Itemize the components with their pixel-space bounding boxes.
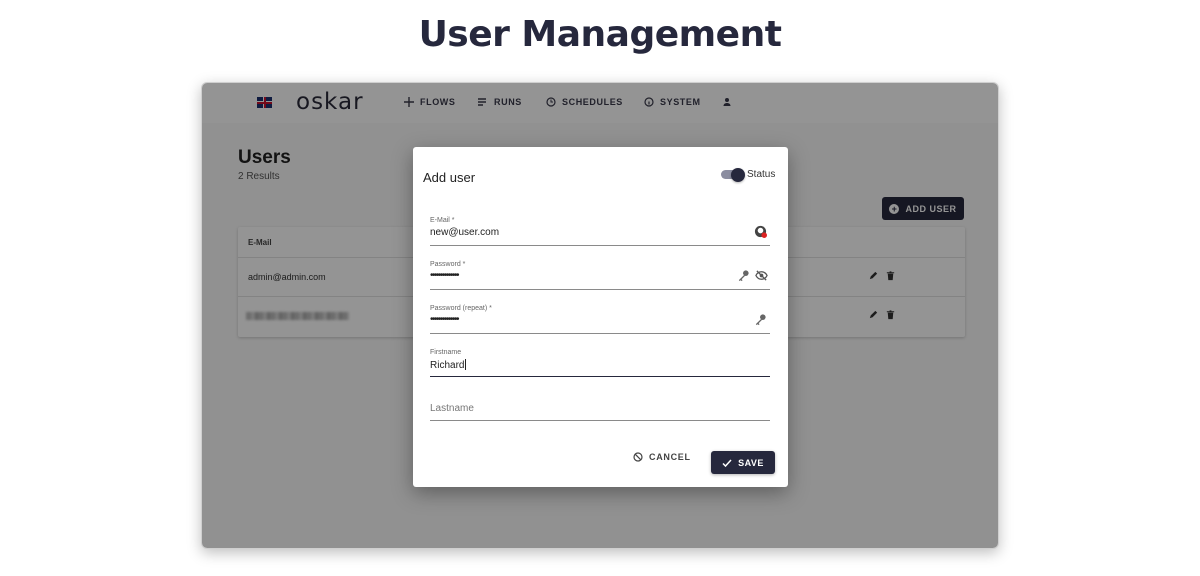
cancel-label: CANCEL — [649, 452, 691, 462]
status-switch[interactable] — [721, 167, 745, 182]
password-manager-icon[interactable] — [754, 225, 767, 238]
cancel-button[interactable]: CANCEL — [633, 452, 691, 462]
text-caret — [465, 359, 467, 370]
page-heading: User Management — [418, 14, 782, 55]
password-label: Password * — [430, 261, 466, 268]
firstname-label: Firstname — [430, 349, 462, 356]
email-field[interactable]: E-Mail * new@user.com — [430, 217, 770, 246]
lastname-field[interactable]: Lastname — [430, 393, 770, 421]
visibility-off-icon[interactable] — [755, 269, 768, 282]
password-repeat-value: •••••••••••••• — [430, 314, 460, 325]
save-label: SAVE — [738, 457, 764, 468]
password-field[interactable]: Password * •••••••••••••• — [430, 261, 770, 290]
check-icon — [722, 458, 732, 467]
add-user-dialog: Add user Status E-Mail * new@user.com Pa… — [413, 147, 788, 487]
status-label: Status — [747, 169, 776, 180]
firstname-text: Richard — [430, 360, 465, 371]
key-icon[interactable] — [737, 269, 750, 282]
save-button[interactable]: SAVE — [711, 451, 775, 474]
dialog-title: Add user — [423, 170, 476, 185]
status-toggle[interactable]: Status — [721, 167, 776, 182]
key-icon[interactable] — [754, 313, 767, 326]
password-value: •••••••••••••• — [430, 270, 460, 281]
firstname-value: Richard — [430, 359, 467, 371]
email-label: E-Mail * — [430, 217, 455, 224]
block-icon — [633, 452, 643, 462]
email-value: new@user.com — [430, 227, 500, 238]
firstname-field[interactable]: Firstname Richard — [430, 349, 770, 377]
password-repeat-label: Password (repeat) * — [430, 305, 492, 312]
password-repeat-field[interactable]: Password (repeat) * •••••••••••••• — [430, 305, 770, 334]
lastname-placeholder: Lastname — [430, 403, 474, 414]
